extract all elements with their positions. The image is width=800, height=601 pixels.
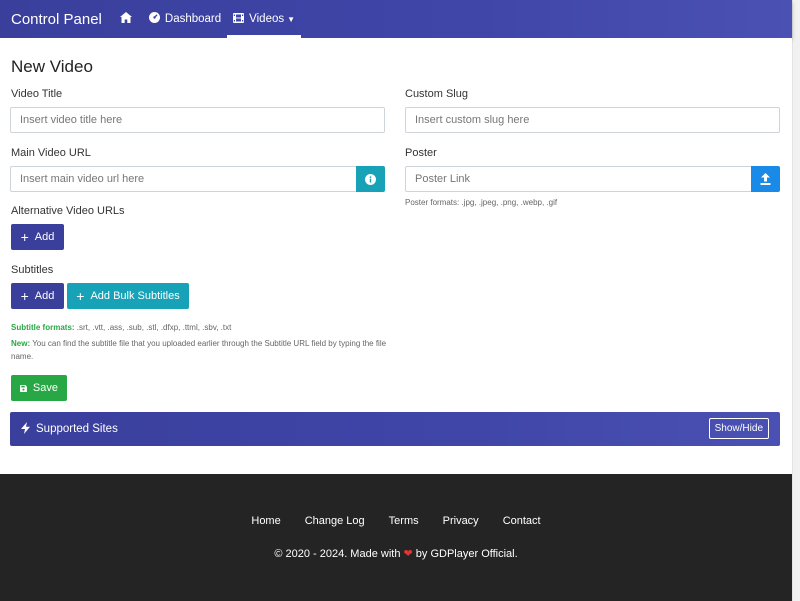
page-title: New Video — [11, 57, 93, 76]
add-bulk-subtitles-button[interactable]: + Add Bulk Subtitles — [67, 283, 189, 309]
subtitle-new-help: New: You can find the subtitle file that… — [11, 339, 387, 361]
plus-icon: + — [20, 288, 29, 304]
film-icon — [233, 12, 245, 26]
chevron-down-icon: ▼ — [287, 14, 296, 24]
footer-link-contact[interactable]: Contact — [503, 515, 541, 527]
add-subtitle-button[interactable]: + Add — [11, 283, 64, 309]
supported-sites-header: Supported Sites Show/Hide — [10, 412, 780, 446]
supported-sites-title: Supported Sites — [36, 423, 118, 435]
copyright: © 2020 - 2024. Made with ❤ by GDPlayer O… — [274, 548, 518, 560]
video-title-input[interactable]: Insert video title here — [10, 107, 385, 133]
main-url-input[interactable]: Insert main video url here — [10, 166, 357, 192]
info-icon — [365, 173, 376, 185]
upload-icon — [760, 173, 771, 185]
nav-dashboard-label: Dashboard — [164, 13, 222, 25]
nav-videos[interactable]: Videos ▼ — [227, 0, 301, 38]
custom-slug-label: Custom Slug — [405, 88, 468, 100]
add-alt-url-button[interactable]: + Add — [11, 224, 64, 250]
main-url-label: Main Video URL — [11, 147, 91, 159]
footer-link-home[interactable]: Home — [251, 515, 280, 527]
footer-link-terms[interactable]: Terms — [389, 515, 419, 527]
show-hide-button[interactable]: Show/Hide — [708, 418, 769, 439]
top-navbar: Control Panel Dashboard Videos ▼ — [0, 0, 792, 38]
poster-formats-help: Poster formats: .jpg, .jpeg, .png, .webp… — [405, 198, 558, 207]
footer-link-privacy[interactable]: Privacy — [443, 515, 479, 527]
save-icon — [20, 384, 27, 392]
poster-upload-button[interactable] — [751, 166, 780, 192]
main-content: New Video Video Title Insert video title… — [0, 38, 792, 474]
save-button[interactable]: Save — [11, 375, 67, 401]
plus-icon: + — [76, 288, 85, 304]
poster-label: Poster — [405, 147, 437, 159]
dashboard-icon — [148, 12, 160, 26]
heart-icon: ❤ — [403, 548, 413, 560]
subtitles-label: Subtitles — [11, 264, 54, 276]
custom-slug-input[interactable]: Insert custom slug here — [405, 107, 780, 133]
nav-home[interactable] — [114, 0, 143, 38]
brand-title[interactable]: Control Panel — [11, 11, 102, 28]
bolt-icon — [21, 421, 30, 437]
poster-input[interactable]: Poster Link — [405, 166, 752, 192]
subtitle-formats-help: Subtitle formats: .srt, .vtt, .ass, .sub… — [11, 323, 232, 332]
main-url-info-button[interactable] — [356, 166, 385, 192]
footer-links: Home Change Log Terms Privacy Contact — [0, 515, 792, 527]
page-scrollbar[interactable] — [792, 0, 800, 601]
home-icon — [119, 12, 132, 26]
footer-link-change-log[interactable]: Change Log — [305, 515, 365, 527]
nav-dashboard[interactable]: Dashboard — [143, 0, 227, 38]
footer: Home Change Log Terms Privacy Contact © … — [0, 474, 792, 601]
nav-videos-label: Videos — [249, 13, 285, 25]
alt-urls-label: Alternative Video URLs — [11, 205, 125, 217]
video-title-label: Video Title — [11, 88, 63, 100]
plus-icon: + — [20, 229, 29, 245]
